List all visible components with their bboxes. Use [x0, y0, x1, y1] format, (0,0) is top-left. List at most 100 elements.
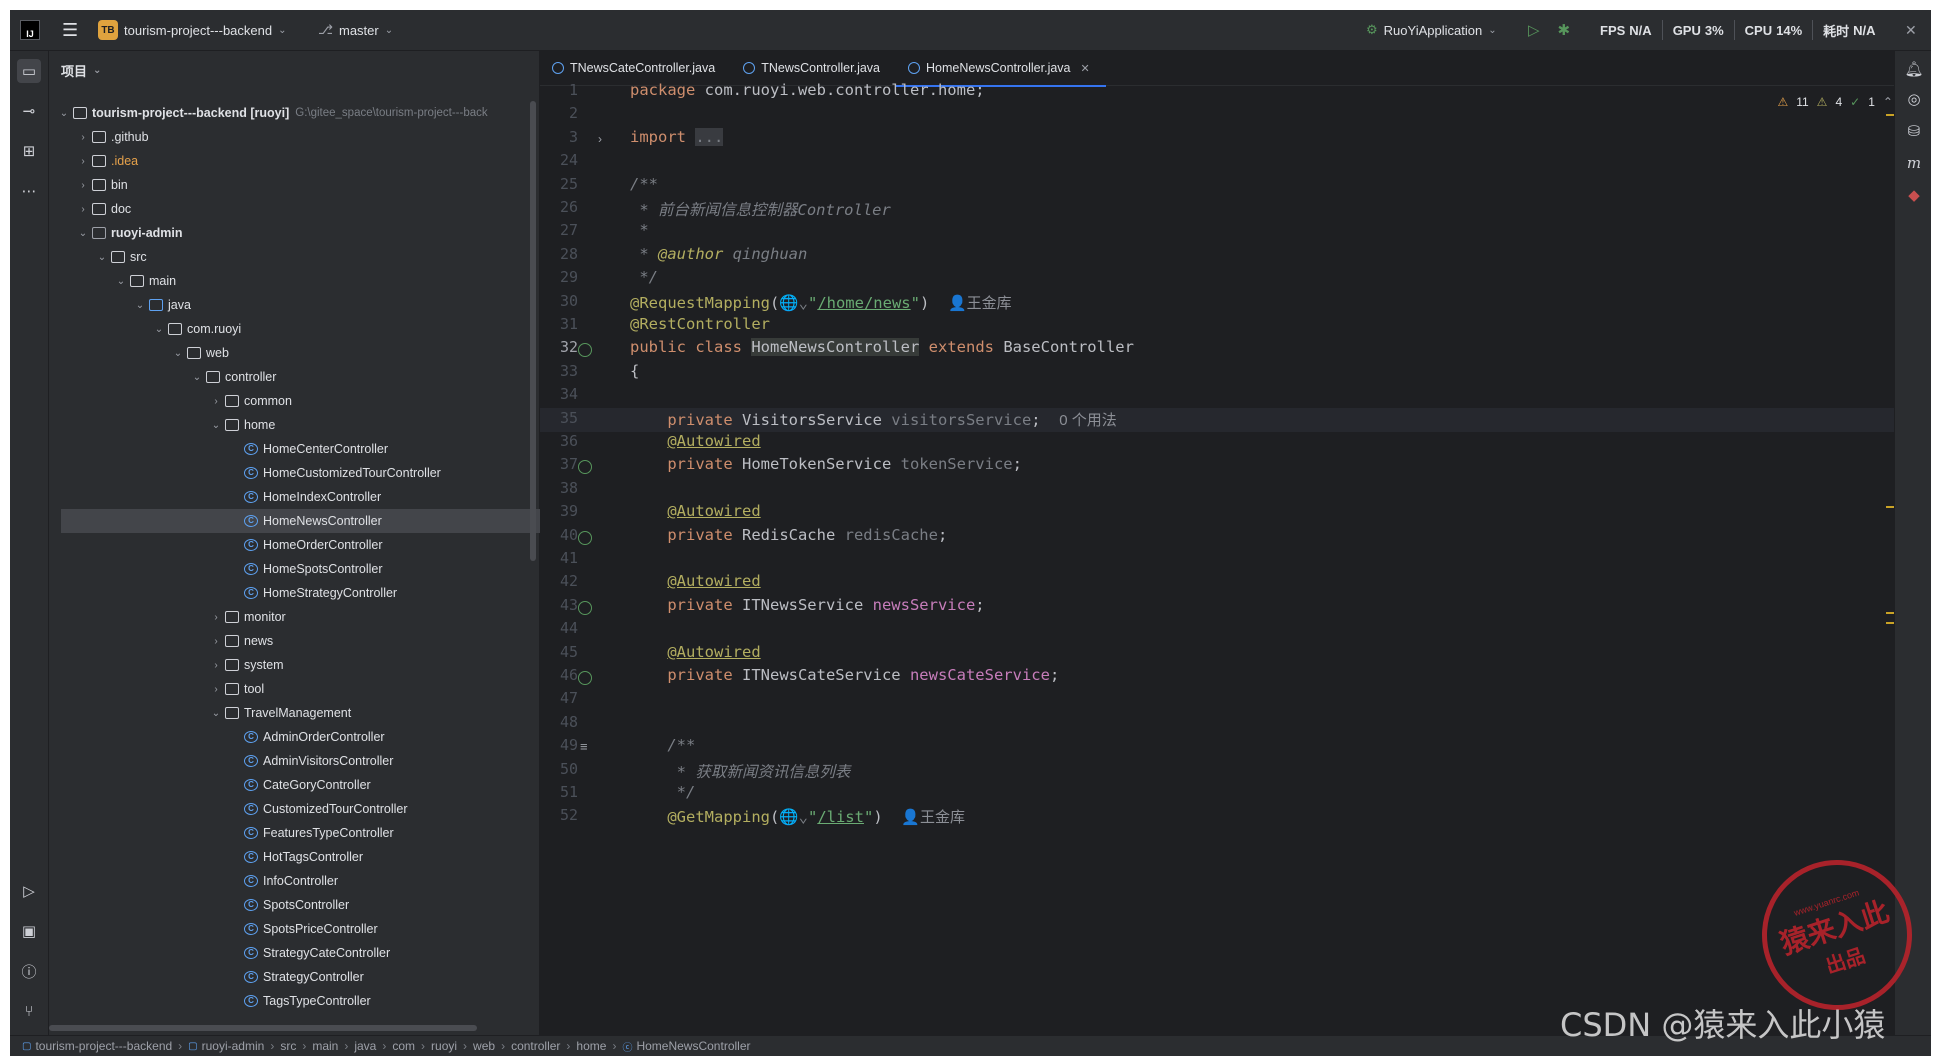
tree-item-class[interactable]: C HomeStrategyController	[49, 581, 529, 605]
more-tools-icon[interactable]: ⋯	[17, 179, 41, 203]
tree-item-class[interactable]: C HomeIndexController	[49, 485, 529, 509]
tree-item-folder[interactable]: › common	[49, 389, 529, 413]
tree-item-class[interactable]: C HomeOrderController	[49, 533, 529, 557]
breadcrumb-item[interactable]: home	[576, 1039, 606, 1053]
ai-assistant-icon[interactable]: ◎	[1902, 87, 1926, 111]
breadcrumb-item[interactable]: ruoyi-admin	[202, 1039, 265, 1053]
code-line[interactable]: import ...	[630, 127, 724, 151]
chevron-down-icon[interactable]: ⌄	[152, 324, 166, 335]
chevron-right-icon[interactable]: ›	[76, 204, 90, 215]
tree-item-folder[interactable]: › doc	[49, 197, 529, 221]
editor-tab[interactable]: TNewsController.java	[731, 51, 896, 85]
project-tool-icon[interactable]: ▭	[17, 59, 41, 83]
code-line[interactable]: * 获取新闻资讯信息列表	[630, 760, 851, 783]
chevron-down-icon[interactable]: ⌄	[133, 300, 147, 311]
tree-item-folder[interactable]: ⌄ web	[49, 341, 529, 365]
services-tool-icon[interactable]: ▷	[17, 879, 41, 903]
code-line[interactable]: private HomeTokenService tokenService;	[630, 455, 1022, 478]
tree-item-folder[interactable]: › .idea	[49, 149, 529, 173]
tree-item-folder[interactable]: ⌄ home	[49, 413, 529, 437]
terminal-tool-icon[interactable]: ▣	[17, 919, 41, 943]
chevron-down-icon[interactable]: ⌄	[57, 108, 71, 119]
structure-tool-icon[interactable]: ⊞	[17, 139, 41, 163]
tree-item-class[interactable]: C HomeSpotsController	[49, 557, 529, 581]
tree-item-class[interactable]: C HotTagsController	[49, 845, 529, 869]
code-line[interactable]: {	[630, 362, 639, 385]
close-tab-icon[interactable]: ✕	[1081, 62, 1090, 75]
chevron-down-icon[interactable]: ⌄	[114, 276, 128, 287]
spring-bean-gutter-icon[interactable]	[578, 460, 592, 475]
spring-bean-gutter-icon[interactable]	[578, 600, 592, 615]
code-line[interactable]: private ITNewsService newsService;	[630, 596, 984, 619]
code-line[interactable]: @Autowired	[630, 572, 760, 595]
tree-horizontal-scrollbar[interactable]	[49, 1025, 477, 1031]
tree-item-class[interactable]: C SpotsPriceController	[49, 917, 529, 941]
chevron-down-icon[interactable]: ⌄	[171, 348, 185, 359]
chevron-right-icon[interactable]: ›	[76, 156, 90, 167]
code-line[interactable]: */	[630, 783, 696, 806]
breadcrumb-item[interactable]: HomeNewsController	[636, 1039, 750, 1053]
code-line[interactable]: private RedisCache redisCache;	[630, 526, 947, 549]
git-tool-icon[interactable]: ⑂	[17, 999, 41, 1023]
chevron-right-icon[interactable]: ›	[76, 180, 90, 191]
code-line[interactable]: @GetMapping(🌐⌄"/list") 👤王金库	[630, 806, 965, 829]
tree-item-folder[interactable]: › system	[49, 653, 529, 677]
tree-item-class[interactable]: C AdminOrderController	[49, 725, 529, 749]
code-line[interactable]: @RequestMapping(🌐⌄"/home/news") 👤王金库	[630, 292, 1012, 315]
tree-item-class[interactable]: C CateGoryController	[49, 773, 529, 797]
tree-item-class[interactable]: C SpotsController	[49, 893, 529, 917]
debug-icon[interactable]: ✱	[1558, 21, 1571, 39]
chevron-down-icon[interactable]: ⌄	[209, 420, 223, 431]
branch-switcher[interactable]: ⎇ master ⌄	[318, 10, 393, 50]
chevron-right-icon[interactable]: ›	[209, 684, 223, 695]
tree-vertical-scrollbar[interactable]	[530, 101, 536, 561]
tree-item-class[interactable]: C TagsTypeController	[49, 989, 529, 1013]
tree-item-folder[interactable]: › monitor	[49, 605, 529, 629]
chevron-down-icon[interactable]: ⌄	[209, 708, 223, 719]
code-line[interactable]: public class HomeNewsController extends …	[630, 338, 1134, 361]
tree-item-folder[interactable]: ⌄ TravelManagement	[49, 701, 529, 725]
tree-item-class[interactable]: C StrategyController	[49, 965, 529, 989]
tree-item-class[interactable]: C InfoController	[49, 869, 529, 893]
project-panel-header[interactable]: 项目 ⌄	[49, 51, 539, 89]
code-line[interactable]: @Autowired	[630, 502, 760, 525]
code-line[interactable]: */	[630, 268, 658, 291]
tree-item-class[interactable]: C CustomizedTourController	[49, 797, 529, 821]
tree-item-folder[interactable]: › .github	[49, 125, 529, 149]
code-line[interactable]: package com.ruoyi.web.controller.home;	[630, 81, 985, 104]
tree-item-class[interactable]: C AdminVisitorsController	[49, 749, 529, 773]
code-line[interactable]: *	[630, 221, 648, 244]
code-line[interactable]: private VisitorsService visitorsService;…	[630, 409, 1116, 432]
tree-item-folder[interactable]: ⌄ com.ruoyi	[49, 317, 529, 341]
tree-item-folder[interactable]: ⌄ java	[49, 293, 529, 317]
chevron-down-icon[interactable]: ⌄	[95, 252, 109, 263]
tree-item-class[interactable]: C FeaturesTypeController	[49, 821, 529, 845]
spring-bean-gutter-icon[interactable]	[578, 343, 592, 358]
tree-item-folder[interactable]: ⌄ controller	[49, 365, 529, 389]
code-line[interactable]: * @author qinghuan	[630, 245, 807, 268]
breadcrumb-item[interactable]: com	[392, 1039, 415, 1053]
breadcrumb-item[interactable]: tourism-project---backend	[35, 1039, 172, 1053]
maven-icon[interactable]: m	[1902, 151, 1926, 175]
tree-item-class[interactable]: C HomeCustomizedTourController	[49, 461, 529, 485]
chevron-right-icon[interactable]: ›	[76, 132, 90, 143]
code-line[interactable]: /**	[630, 736, 695, 759]
rendered-doc-icon[interactable]: ≡	[580, 739, 588, 754]
tree-item-folder[interactable]: › bin	[49, 173, 529, 197]
breadcrumb-item[interactable]: java	[354, 1039, 376, 1053]
chevron-down-icon[interactable]: ⌄	[190, 372, 204, 383]
run-icon[interactable]: ▷	[1528, 21, 1540, 39]
chevron-right-icon[interactable]: ›	[209, 612, 223, 623]
code-line[interactable]: @Autowired	[630, 432, 760, 455]
chevron-right-icon[interactable]: ›	[209, 396, 223, 407]
close-window-button[interactable]: ✕	[1905, 10, 1917, 50]
tree-item-class[interactable]: C StrategyCateController	[49, 941, 529, 965]
problems-tool-icon[interactable]: ⓘ	[17, 959, 41, 983]
breadcrumb-item[interactable]: web	[473, 1039, 495, 1053]
mybatis-icon[interactable]: ◆	[1902, 183, 1926, 207]
tree-item-class[interactable]: C HomeCenterController	[49, 437, 529, 461]
breadcrumb-item[interactable]: main	[312, 1039, 338, 1053]
spring-bean-gutter-icon[interactable]	[578, 671, 592, 685]
chevron-right-icon[interactable]: ›	[209, 636, 223, 647]
hamburger-menu-icon[interactable]: ☰	[62, 20, 78, 41]
